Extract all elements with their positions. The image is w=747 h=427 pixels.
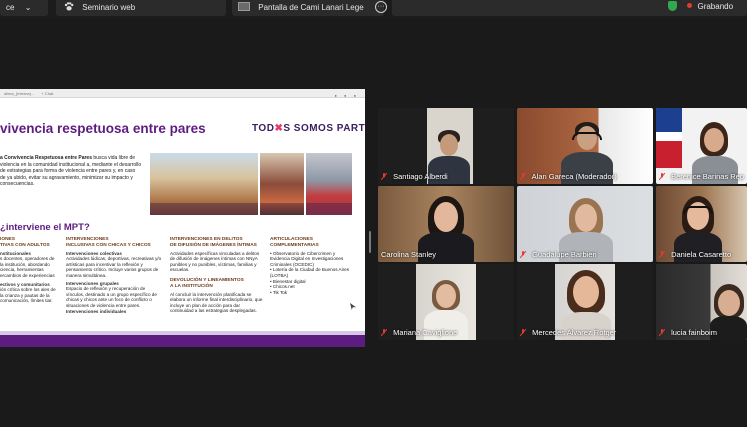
column-text: Al concluir la intervención planificada … [170, 291, 263, 314]
mic-muted-icon [520, 329, 526, 336]
slide-photos [150, 153, 352, 215]
participant-name-text: Daniela Casaretto [671, 250, 732, 259]
participant-name: Carolina Stanley [381, 250, 439, 260]
participant-tile[interactable]: Alan Gareca (Moderador) [517, 108, 653, 184]
recording-status: Grabando [668, 0, 733, 14]
shared-browser-url: alima_(Interna)... [4, 91, 35, 96]
slide-logo: TOD✖S SOMOS PARTE [252, 123, 365, 134]
participant-tile-active-speaker[interactable]: Carolina Stanley [378, 186, 514, 262]
mic-muted-icon [520, 251, 526, 258]
participant-tile[interactable]: Daniela Casaretto [656, 186, 747, 262]
slide-photo-students [260, 153, 304, 215]
participant-tile[interactable]: Santiago Alberdi [378, 108, 514, 184]
participant-name-text: Guadalupe Barbieri [532, 250, 597, 259]
slide-columns: IONES TIVAS CON ADULTOS nstitucionales s… [0, 237, 362, 337]
participant-name: Santiago Alberdi [381, 172, 451, 182]
slide-logo-mark: ✖ [274, 123, 284, 134]
headset-icon [572, 132, 602, 140]
shared-browser-tab: + Chat [41, 91, 54, 96]
webinar-tab[interactable]: Seminario web [56, 0, 226, 16]
slide-column-articulations: ARTICULACIONES COMPLEMENTARIAS • Observa… [270, 237, 356, 295]
participant-name-text: Carolina Stanley [381, 250, 437, 259]
participant-name: Daniela Casaretto [659, 250, 734, 260]
participant-name-text: Mariana Caviglione [393, 328, 458, 337]
column-text: Actividades específicas vinculadas a del… [170, 250, 260, 273]
headset-icon [683, 206, 713, 214]
shared-screen[interactable]: alima_(Interna)... + Chat ● ● ● vivencia… [0, 89, 365, 347]
list-item-text: Bienestar digital [272, 278, 306, 284]
mic-muted-icon [381, 329, 387, 336]
splitter-handle[interactable] [369, 231, 371, 253]
column-text: Actividades lúdicas, deportivas, recreat… [66, 256, 162, 278]
slide-column-children: INTERVENCIONES INCLUSIVAS CON CHICAS Y C… [66, 237, 162, 314]
column-heading: INTERVENCIONES INCLUSIVAS CON CHICAS Y C… [66, 237, 151, 248]
screen-share-thumbnail-icon [238, 2, 250, 11]
participant-tile[interactable]: Mercedes Alvarez Rotger [517, 264, 653, 340]
participant-name: Berenice Barinas Rep [659, 172, 747, 182]
column-text: s docentes, operadores de la institución… [0, 256, 55, 278]
participant-name-text: lucia fainboim [671, 328, 717, 337]
column-text: ión crítica sobre los ales de la crianza… [0, 287, 56, 304]
mic-muted-icon [659, 329, 665, 336]
slide-column-images: INTERVENCIONES EN DELITOS DE DIFUSIÓN DE… [170, 237, 264, 314]
mic-muted-icon [520, 173, 526, 180]
participant-tile[interactable]: lucia fainboim [656, 264, 747, 340]
chevron-down-icon: ⌄ [24, 3, 32, 12]
participant-name-text: Santiago Alberdi [393, 172, 448, 181]
shared-browser-bar: alima_(Interna)... + Chat ● ● ● [0, 89, 365, 98]
slide-logo-prefix: TOD [252, 123, 275, 134]
column-heading: ARTICULACIONES COMPLEMENTARIAS [270, 237, 319, 248]
column-heading: IONES TIVAS CON ADULTOS [0, 237, 50, 248]
participant-name: lucia fainboim [659, 328, 720, 338]
view-tab-label: ce [6, 3, 15, 12]
participant-name-text: Alan Gareca (Moderador) [531, 172, 617, 181]
slide-title: vivencia respetuosa entre pares [0, 121, 206, 136]
column-heading: DEVOLUCIÓN Y LINEAMIENTOS A LA INSTITUCI… [170, 277, 244, 289]
recording-label: Grabando [697, 2, 734, 11]
participant-name: Mercedes Alvarez Rotger [520, 328, 619, 338]
column-text: Espacio de reflexión y recuperación de v… [66, 286, 157, 308]
participant-tile[interactable]: Mariana Caviglione [378, 264, 514, 340]
recording-dot-icon [687, 3, 693, 8]
list-item: • Lotería de la Ciudad de Buenos Aires (… [270, 267, 349, 278]
slide-photo-gym [306, 153, 352, 215]
screen-share-tab-label: Pantalla de Cami Lanari Lege [258, 3, 364, 12]
mic-muted-icon [381, 173, 387, 180]
meeting-top-bar: ce ⌄ Seminario web Pantalla de Cami Lana… [0, 0, 747, 18]
slide-intro: a Convivencia Respetuosa entre Pares bus… [0, 155, 142, 188]
slide-intro-bold: a Convivencia Respetuosa entre Pares [0, 155, 92, 161]
column-heading: INTERVENCIONES EN DELITOS DE DIFUSIÓN DE… [170, 237, 257, 248]
participant-name: Mariana Caviglione [381, 328, 460, 338]
participant-name: Guadalupe Barbieri [520, 250, 600, 260]
security-shield-icon[interactable] [668, 1, 677, 11]
participant-name-text: Berenice Barinas Rep [671, 172, 745, 181]
slide-logo-suffix: S SOMOS PARTE [283, 123, 365, 134]
list-item-text: Chicos.net [272, 284, 295, 290]
webinar-tab-label: Seminario web [82, 3, 136, 12]
participant-tile[interactable]: Berenice Barinas Rep [656, 108, 747, 184]
view-tab[interactable]: ce ⌄ [0, 0, 48, 16]
column-subheading: Intervenciones individuales [66, 308, 127, 314]
flag-icon [656, 108, 682, 168]
slide-footer [0, 335, 365, 347]
participant-tile[interactable]: Guadalupe Barbieri [517, 186, 653, 262]
participant-name-text: Mercedes Alvarez Rotger [532, 328, 617, 337]
list-item-text: Lotería de la Ciudad de Buenos Aires (LO… [270, 267, 349, 278]
slide-column-adults: IONES TIVAS CON ADULTOS nstitucionales s… [0, 237, 58, 304]
browser-controls-icon: ● ● ● [334, 93, 359, 98]
list-item: • Observatorio de Cibercrimen y Evidenci… [270, 250, 344, 267]
slide-photo-school [150, 153, 258, 215]
slide-question-text: interviene el MPT? [5, 222, 90, 233]
mic-muted-icon [659, 173, 665, 180]
paw-icon [64, 2, 74, 11]
participant-name: Alan Gareca (Moderador) [520, 172, 620, 182]
list-item: • Tik Tok [270, 289, 288, 295]
list-item-text: Observatorio de Cibercrimen y Evidencia … [270, 250, 344, 267]
more-options-icon[interactable]: ··· [375, 1, 387, 13]
mic-muted-icon [659, 251, 665, 258]
slide-question: ¿interviene el MPT? [0, 222, 90, 233]
list-item-text: Tik Tok [272, 289, 288, 295]
screen-share-tab[interactable]: Pantalla de Cami Lanari Lege [232, 0, 384, 16]
